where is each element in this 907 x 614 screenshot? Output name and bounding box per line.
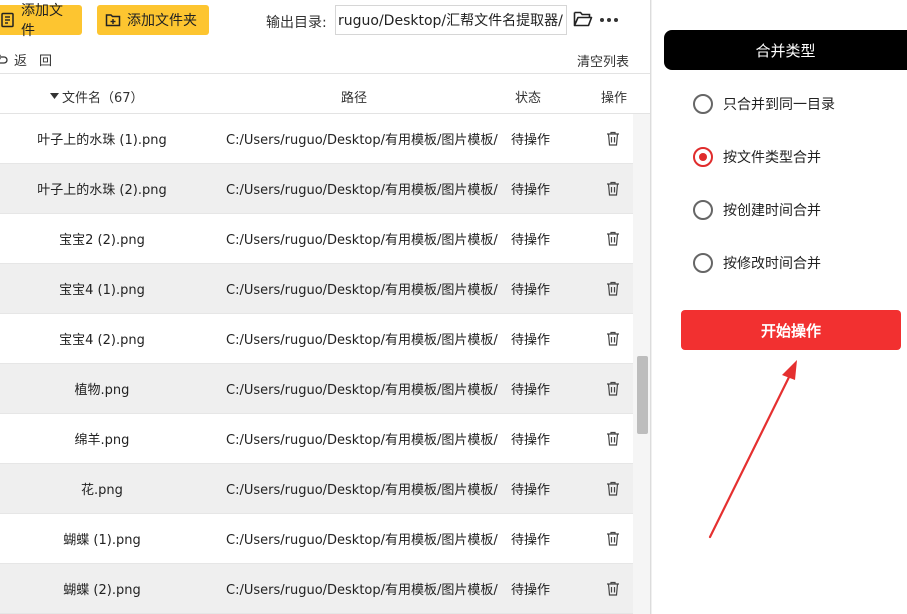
column-header-op: 操作	[601, 91, 628, 106]
radio-unchecked-icon[interactable]	[693, 200, 713, 220]
file-name: 叶子上的水珠 (2).png	[37, 183, 167, 198]
more-dots-icon[interactable]	[600, 18, 618, 22]
table-row[interactable]: 宝宝2 (2).png C:/Users/ruguo/Desktop/有用模板/…	[0, 214, 633, 264]
trash-icon[interactable]	[606, 331, 620, 346]
file-path: C:/Users/ruguo/Desktop/有用模板/图片模板/	[226, 433, 498, 448]
file-status: 待操作	[511, 133, 551, 148]
merge-option-label: 按创建时间合并	[723, 203, 821, 219]
file-path: C:/Users/ruguo/Desktop/有用模板/图片模板/	[226, 583, 498, 598]
file-name: 宝宝4 (1).png	[59, 283, 145, 298]
scrollbar-thumb[interactable]	[637, 356, 648, 434]
file-path: C:/Users/ruguo/Desktop/有用模板/图片模板/	[226, 483, 498, 498]
file-name: 叶子上的水珠 (1).png	[37, 133, 167, 148]
trash-icon[interactable]	[606, 581, 620, 596]
file-status: 待操作	[511, 533, 551, 548]
trash-icon[interactable]	[606, 481, 620, 496]
file-name: 宝宝2 (2).png	[59, 233, 145, 248]
file-status: 待操作	[511, 283, 551, 298]
file-status: 待操作	[511, 483, 551, 498]
add-folder-button[interactable]: 添加文件夹	[97, 5, 209, 35]
file-path: C:/Users/ruguo/Desktop/有用模板/图片模板/	[226, 233, 498, 248]
file-status: 待操作	[511, 583, 551, 598]
file-name: 蝴蝶 (2).png	[63, 583, 141, 598]
column-header-name[interactable]: 文件名（67）	[50, 87, 144, 106]
add-file-icon	[1, 12, 14, 28]
file-status: 待操作	[511, 183, 551, 198]
column-header-status: 状态	[515, 91, 542, 106]
table-row[interactable]: 蝴蝶 (2).png C:/Users/ruguo/Desktop/有用模板/图…	[0, 564, 633, 614]
back-label: 返回	[14, 54, 65, 69]
file-list-panel: 添加文件 添加文件夹 输出目录: 返回 清空列表	[0, 0, 651, 614]
radio-unchecked-icon[interactable]	[693, 253, 713, 273]
clear-list-button[interactable]: 清空列表	[577, 51, 629, 70]
trash-icon[interactable]	[606, 181, 620, 196]
file-path: C:/Users/ruguo/Desktop/有用模板/图片模板/	[226, 383, 498, 398]
trash-icon[interactable]	[606, 281, 620, 296]
file-path: C:/Users/ruguo/Desktop/有用模板/图片模板/	[226, 183, 498, 198]
merge-option-by-created[interactable]: 按创建时间合并	[693, 200, 821, 220]
add-file-button[interactable]: 添加文件	[0, 3, 82, 39]
file-path: C:/Users/ruguo/Desktop/有用模板/图片模板/	[226, 533, 498, 548]
merge-option-by-modified[interactable]: 按修改时间合并	[693, 253, 821, 273]
file-path: C:/Users/ruguo/Desktop/有用模板/图片模板/	[226, 283, 498, 298]
table-row[interactable]: 叶子上的水珠 (2).png C:/Users/ruguo/Desktop/有用…	[0, 164, 633, 214]
column-header-path: 路径	[341, 91, 368, 106]
file-name: 蝴蝶 (1).png	[63, 533, 141, 548]
merge-option-by-type[interactable]: 按文件类型合并	[693, 147, 821, 167]
file-path: C:/Users/ruguo/Desktop/有用模板/图片模板/	[226, 133, 498, 148]
output-dir-label: 输出目录:	[266, 15, 327, 31]
merge-option-label: 只合并到同一目录	[723, 97, 835, 113]
file-status: 待操作	[511, 433, 551, 448]
radio-unchecked-icon[interactable]	[693, 94, 713, 114]
undo-arrow-icon	[0, 53, 8, 64]
file-name: 宝宝4 (2).png	[59, 333, 145, 348]
radio-checked-icon[interactable]	[693, 147, 713, 167]
trash-icon[interactable]	[606, 531, 620, 546]
toolbar: 添加文件 添加文件夹 输出目录:	[0, 0, 650, 40]
file-table-body: 叶子上的水珠 (1).png C:/Users/ruguo/Desktop/有用…	[0, 114, 633, 614]
file-status: 待操作	[511, 233, 551, 248]
sort-down-icon	[50, 93, 59, 99]
table-row[interactable]: 宝宝4 (1).png C:/Users/ruguo/Desktop/有用模板/…	[0, 264, 633, 314]
file-name: 花.png	[81, 483, 123, 498]
table-row[interactable]: 蝴蝶 (1).png C:/Users/ruguo/Desktop/有用模板/图…	[0, 514, 633, 564]
trash-icon[interactable]	[606, 431, 620, 446]
file-path: C:/Users/ruguo/Desktop/有用模板/图片模板/	[226, 333, 498, 348]
table-row[interactable]: 花.png C:/Users/ruguo/Desktop/有用模板/图片模板/ …	[0, 464, 633, 514]
trash-icon[interactable]	[606, 131, 620, 146]
merge-type-title: 合并类型	[664, 30, 907, 70]
add-file-label: 添加文件	[21, 3, 63, 39]
merge-settings-panel: 合并类型 只合并到同一目录 按文件类型合并 按创建时间合并 按修改时间合并 开始…	[652, 0, 907, 614]
column-header-name-label: 文件名（67）	[62, 91, 144, 106]
merge-option-label: 按修改时间合并	[723, 256, 821, 272]
file-name: 绵羊.png	[74, 433, 130, 448]
merge-option-same-dir[interactable]: 只合并到同一目录	[693, 94, 835, 114]
sub-toolbar: 返回 清空列表	[0, 44, 650, 72]
add-folder-label: 添加文件夹	[127, 13, 197, 29]
table-scrollbar[interactable]	[633, 114, 650, 614]
folder-open-icon[interactable]	[573, 10, 593, 28]
add-folder-icon	[105, 14, 121, 27]
output-dir-input[interactable]	[335, 5, 567, 35]
file-status: 待操作	[511, 383, 551, 398]
trash-icon[interactable]	[606, 231, 620, 246]
trash-icon[interactable]	[606, 381, 620, 396]
file-name: 植物.png	[74, 383, 130, 398]
merge-option-label: 按文件类型合并	[723, 150, 821, 166]
start-button[interactable]: 开始操作	[681, 310, 901, 350]
table-row[interactable]: 绵羊.png C:/Users/ruguo/Desktop/有用模板/图片模板/…	[0, 414, 633, 464]
file-status: 待操作	[511, 333, 551, 348]
table-row[interactable]: 宝宝4 (2).png C:/Users/ruguo/Desktop/有用模板/…	[0, 314, 633, 364]
table-row[interactable]: 叶子上的水珠 (1).png C:/Users/ruguo/Desktop/有用…	[0, 114, 633, 164]
table-row[interactable]: 植物.png C:/Users/ruguo/Desktop/有用模板/图片模板/…	[0, 364, 633, 414]
table-header: 文件名（67） 路径 状态 操作	[0, 73, 650, 114]
back-button[interactable]: 返回	[0, 50, 64, 69]
